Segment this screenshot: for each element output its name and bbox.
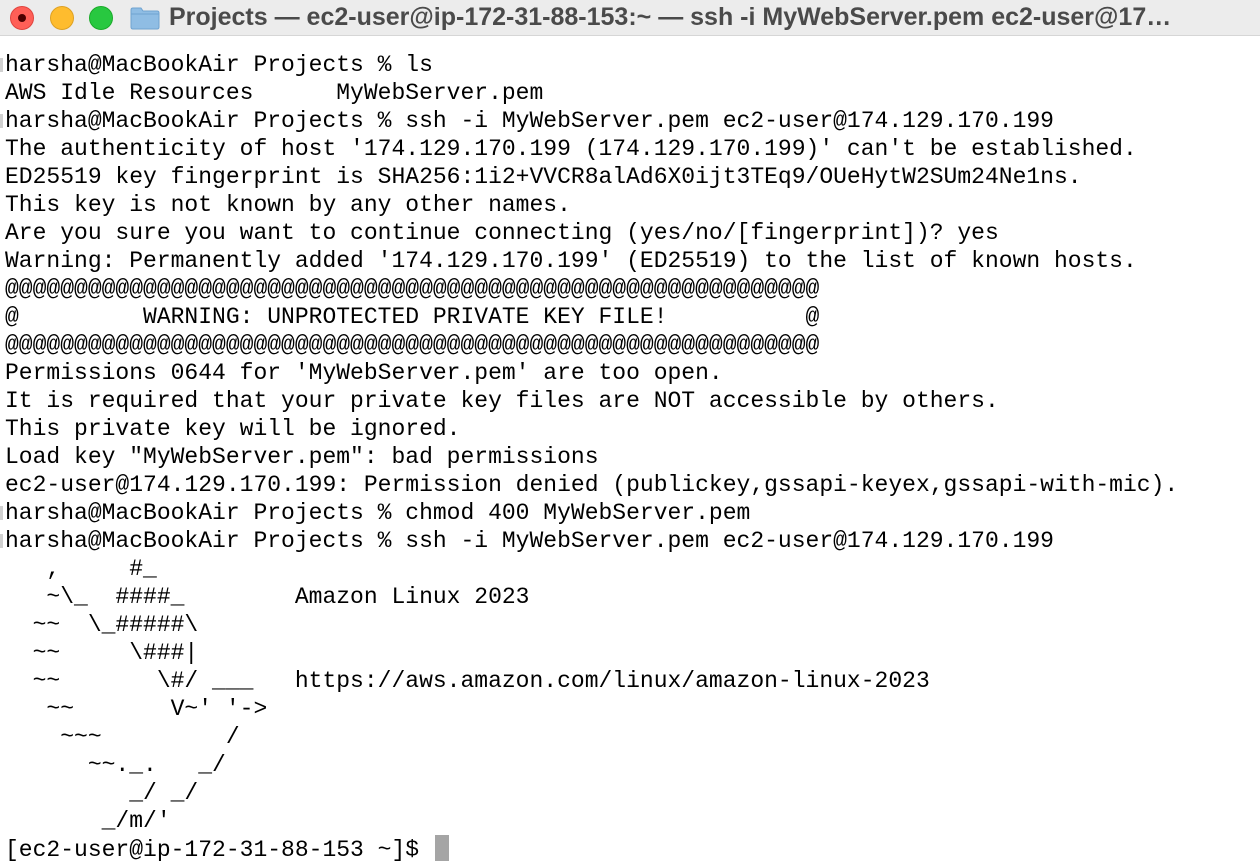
terminal-line: harsha@MacBookAir Projects % ssh -i MyWe… xyxy=(5,108,1054,134)
ascii-art-line: ~\_ ####_ Amazon Linux 2023 xyxy=(5,584,530,610)
minimize-button[interactable] xyxy=(50,6,74,30)
ascii-art-line: ~~ V~' '-> xyxy=(5,696,268,722)
terminal-line: Are you sure you want to continue connec… xyxy=(5,220,999,246)
terminal-line: @ WARNING: UNPROTECTED PRIVATE KEY FILE!… xyxy=(5,304,820,330)
terminal-line: Load key "MyWebServer.pem": bad permissi… xyxy=(5,444,599,470)
close-button[interactable] xyxy=(10,6,34,30)
mark-indicator xyxy=(0,506,3,520)
shell-prompt: [ec2-user@ip-172-31-88-153 ~]$ xyxy=(5,837,433,863)
ascii-art-line: ~~ \_#####\ xyxy=(5,612,199,638)
mark-indicator xyxy=(0,114,3,128)
terminal-line: Warning: Permanently added '174.129.170.… xyxy=(5,248,1137,274)
ascii-art-line: _/ _/ xyxy=(5,780,199,806)
ascii-art-line: _/m/' xyxy=(5,808,171,834)
terminal-line: harsha@MacBookAir Projects % ssh -i MyWe… xyxy=(5,528,1054,554)
terminal-line: The authenticity of host '174.129.170.19… xyxy=(5,136,1137,162)
text-cursor xyxy=(434,835,449,861)
ascii-art-line: , #_ xyxy=(5,556,157,582)
prompt-line[interactable]: [ec2-user@ip-172-31-88-153 ~]$ xyxy=(5,835,1255,863)
terminal-line: harsha@MacBookAir Projects % chmod 400 M… xyxy=(5,500,751,526)
ascii-art-line: ~~._. _/ xyxy=(5,752,226,778)
maximize-button[interactable] xyxy=(89,6,113,30)
ascii-art-line: ~~~ / xyxy=(5,724,240,750)
terminal-line: This key is not known by any other names… xyxy=(5,192,571,218)
terminal-line: It is required that your private key fil… xyxy=(5,388,999,414)
terminal-line: @@@@@@@@@@@@@@@@@@@@@@@@@@@@@@@@@@@@@@@@… xyxy=(5,276,820,302)
window-title: Projects — ec2-user@ip-172-31-88-153:~ —… xyxy=(169,3,1172,31)
ascii-art-line: ~~ \#/ ___ https://aws.amazon.com/linux/… xyxy=(5,668,930,694)
terminal-line: Permissions 0644 for 'MyWebServer.pem' a… xyxy=(5,360,723,386)
terminal-line: ED25519 key fingerprint is SHA256:1i2+VV… xyxy=(5,164,1082,190)
terminal-line: ec2-user@174.129.170.199: Permission den… xyxy=(5,472,1179,498)
mark-indicator xyxy=(0,58,3,72)
terminal-output[interactable]: harsha@MacBookAir Projects % ls AWS Idle… xyxy=(5,51,1255,863)
terminal-line: This private key will be ignored. xyxy=(5,416,461,442)
close-icon xyxy=(18,14,26,22)
title-bar[interactable]: Projects — ec2-user@ip-172-31-88-153:~ —… xyxy=(0,0,1260,36)
folder-icon xyxy=(130,7,160,30)
mark-indicator xyxy=(0,534,3,548)
terminal-line: AWS Idle Resources MyWebServer.pem xyxy=(5,80,544,106)
ascii-art-line: ~~ \###| xyxy=(5,640,199,666)
terminal-line: harsha@MacBookAir Projects % ls xyxy=(5,52,433,78)
terminal-line: @@@@@@@@@@@@@@@@@@@@@@@@@@@@@@@@@@@@@@@@… xyxy=(5,332,820,358)
terminal-window: Projects — ec2-user@ip-172-31-88-153:~ —… xyxy=(0,0,1260,864)
